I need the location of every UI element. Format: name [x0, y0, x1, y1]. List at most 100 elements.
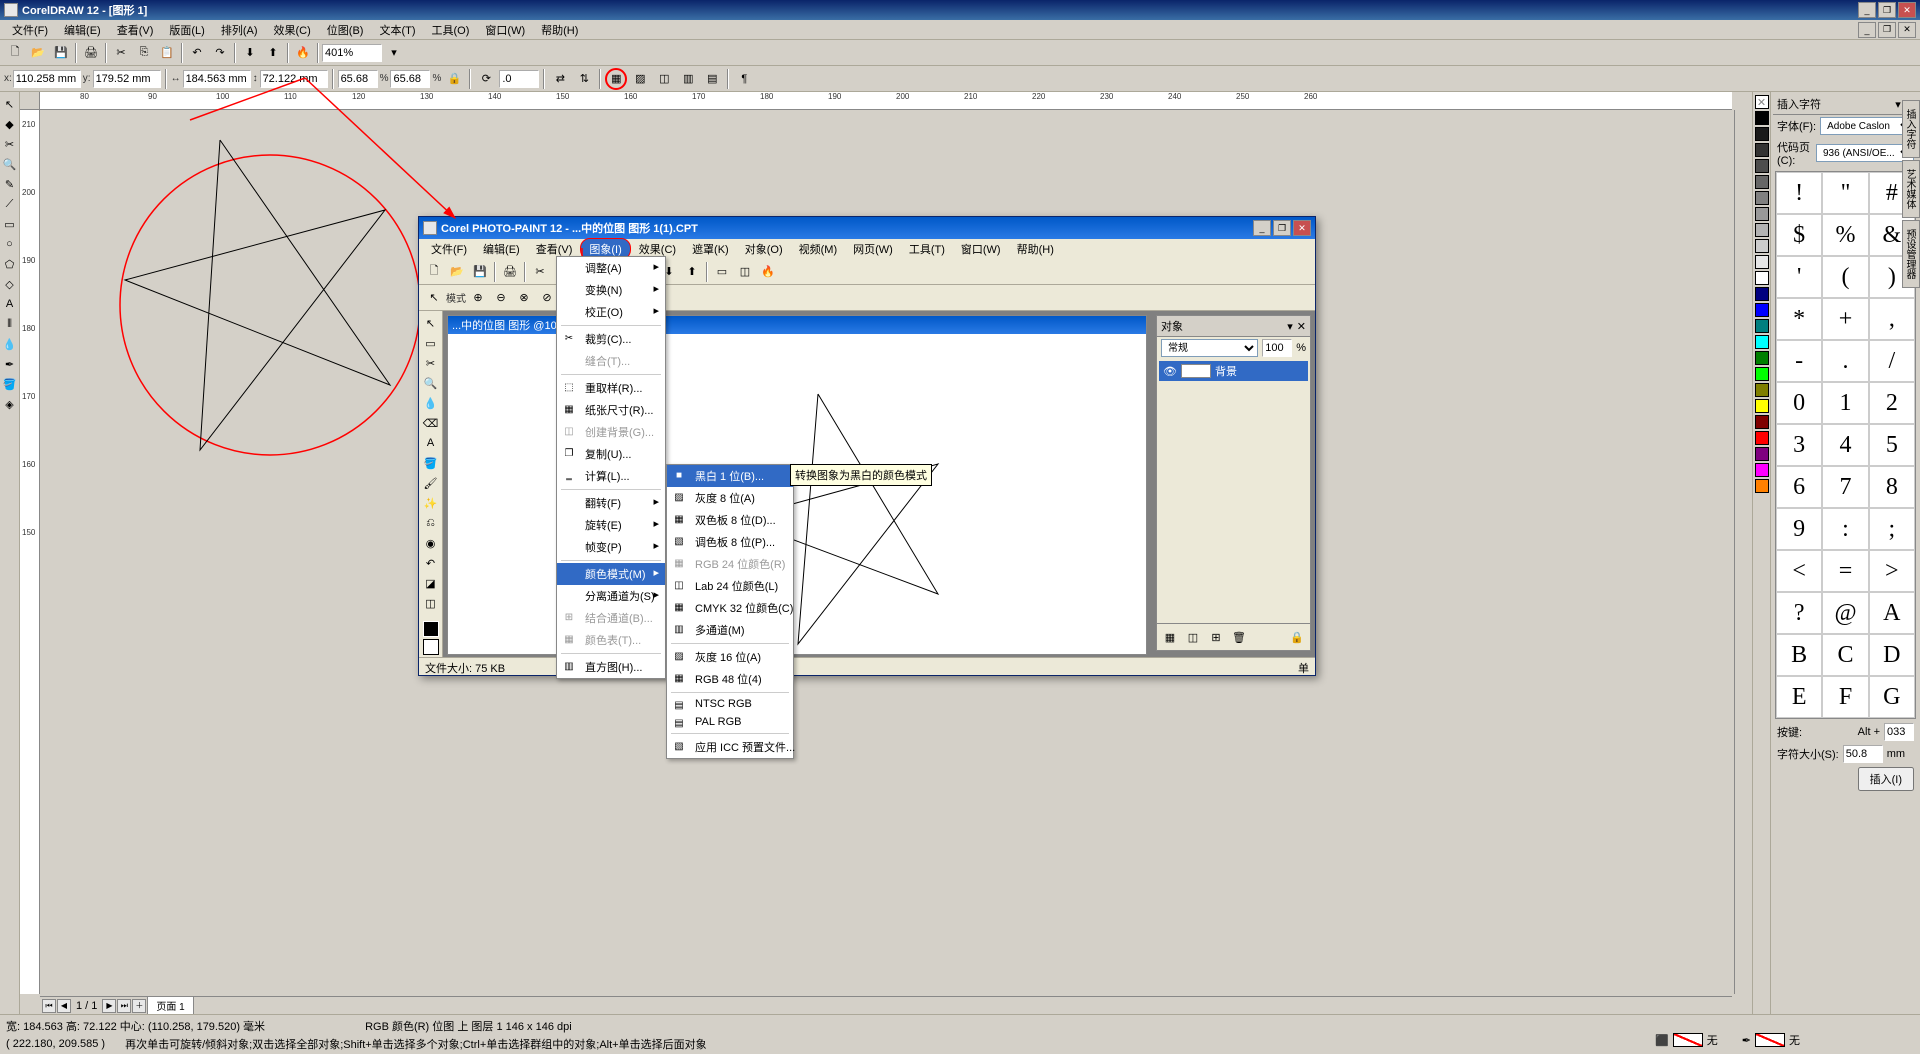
pp-combine-icon[interactable]: ⊞ [1205, 626, 1227, 648]
char-cell[interactable]: . [1822, 340, 1868, 382]
color-swatch[interactable] [1755, 383, 1769, 397]
pp-menu-help[interactable]: 帮助(H) [1009, 239, 1062, 259]
color-swatch[interactable] [1755, 111, 1769, 125]
char-cell[interactable]: ? [1776, 592, 1822, 634]
pp-export-icon[interactable]: ⬆ [681, 261, 703, 283]
last-page-button[interactable]: ⏭ [117, 999, 131, 1013]
maximize-button[interactable]: ❐ [1878, 2, 1896, 18]
no-color-swatch[interactable]: ✕ [1755, 95, 1769, 109]
colormode-item-M[interactable]: 多通道(M)▥ [667, 619, 793, 641]
char-cell[interactable]: A [1869, 592, 1915, 634]
horizontal-ruler[interactable]: 80 90 100 110 120 130 140 150 160 170 18… [40, 92, 1732, 110]
color-swatch[interactable] [1755, 415, 1769, 429]
zoom-dropdown-icon[interactable]: ▾ [383, 42, 405, 64]
color-swatch[interactable] [1755, 303, 1769, 317]
color-swatch[interactable] [1755, 239, 1769, 253]
char-cell[interactable]: E [1776, 676, 1822, 718]
eyedropper-icon[interactable]: 💧 [1, 335, 19, 353]
doc-close-button[interactable]: ✕ [1898, 22, 1916, 38]
menu-item-H[interactable]: 直方图(H)...▥ [557, 656, 665, 678]
pp-image-sprayer-icon[interactable]: ◉ [422, 534, 440, 552]
pp-close-button[interactable]: ✕ [1293, 220, 1311, 236]
pp-new-object-icon[interactable]: ▦ [1159, 626, 1181, 648]
colormode-item-PALRGB[interactable]: PAL RGB▤ [667, 713, 793, 731]
pp-background-color[interactable] [423, 639, 439, 655]
color-swatch[interactable] [1755, 399, 1769, 413]
pp-docker-menu-icon[interactable]: ▾ [1287, 320, 1293, 333]
pp-layer-background[interactable]: 👁 背景 [1159, 361, 1308, 381]
menu-item-A[interactable]: 调整(A) [557, 257, 665, 279]
char-cell[interactable]: 3 [1776, 424, 1822, 466]
colormode-item-8P[interactable]: 调色板 8 位(P)...▧ [667, 531, 793, 553]
menu-item-U[interactable]: 复制(U)...❐ [557, 443, 665, 465]
char-cell[interactable]: < [1776, 550, 1822, 592]
codepage-select[interactable]: 936 (ANSI/OE... [1816, 144, 1914, 162]
char-cell[interactable]: @ [1822, 592, 1868, 634]
trace-bitmap-icon[interactable]: ▨ [629, 68, 651, 90]
rectangle-tool-icon[interactable]: ▭ [1, 215, 19, 233]
vertical-scrollbar[interactable] [1734, 110, 1752, 994]
pp-menu-web[interactable]: 网页(W) [845, 239, 901, 259]
add-page-button[interactable]: ＋ [132, 999, 146, 1013]
menu-help[interactable]: 帮助(H) [533, 20, 586, 40]
pp-shadow-icon[interactable]: ◪ [422, 574, 440, 592]
edit-bitmap-icon[interactable]: ▦ [605, 68, 627, 90]
wrap-text-icon[interactable]: ¶ [733, 68, 755, 90]
lock-ratio-icon[interactable]: 🔒 [443, 68, 465, 90]
char-cell[interactable]: ' [1776, 256, 1822, 298]
menu-text[interactable]: 文本(T) [371, 20, 423, 40]
menu-item-N[interactable]: 变换(N) [557, 279, 665, 301]
pp-menu-object[interactable]: 对象(O) [737, 239, 791, 259]
char-cell[interactable]: B [1776, 634, 1822, 676]
char-cell[interactable]: = [1822, 550, 1868, 592]
colormode-item-Lab24L[interactable]: Lab 24 位颜色(L)◫ [667, 575, 793, 597]
doc-restore-button[interactable]: ❐ [1878, 22, 1896, 38]
char-cell[interactable]: 0 [1776, 382, 1822, 424]
pp-blend-mode-select[interactable]: 常规 [1161, 339, 1258, 357]
colormode-item-8A[interactable]: 灰度 8 位(A)▨ [667, 487, 793, 509]
docker-tab-art-media[interactable]: 艺术媒体 [1902, 160, 1920, 218]
polygon-tool-icon[interactable]: ⬠ [1, 255, 19, 273]
char-cell[interactable]: G [1869, 676, 1915, 718]
pp-mode-sub-icon[interactable]: ⊗ [513, 287, 535, 309]
colormode-item-ICC[interactable]: 应用 ICC 预置文件...▧ [667, 736, 793, 758]
pp-foreground-color[interactable] [423, 621, 439, 637]
photopaint-titlebar[interactable]: Corel PHOTO-PAINT 12 - ...中的位图 图形 1(1).C… [419, 217, 1315, 239]
docker-menu-icon[interactable]: ▾ [1895, 98, 1901, 111]
rotate-icon[interactable]: ⟳ [475, 68, 497, 90]
close-button[interactable]: ✕ [1898, 2, 1916, 18]
char-cell[interactable]: > [1869, 550, 1915, 592]
ruler-corner[interactable] [20, 92, 40, 110]
menu-item-O[interactable]: 校正(O) [557, 301, 665, 323]
pp-save-icon[interactable]: 💾 [469, 261, 491, 283]
vertical-ruler[interactable]: 210 200 190 180 170 160 150 [20, 110, 40, 994]
save-icon[interactable]: 💾 [50, 42, 72, 64]
import-icon[interactable]: ⬇ [239, 42, 261, 64]
pp-mode-normal-icon[interactable]: ⊕ [467, 287, 489, 309]
color-swatch[interactable] [1755, 127, 1769, 141]
star-drawing[interactable] [120, 140, 420, 455]
bitmap-mode-icon[interactable]: ▤ [701, 68, 723, 90]
char-cell[interactable]: * [1776, 298, 1822, 340]
color-swatch[interactable] [1755, 191, 1769, 205]
pp-menu-mask[interactable]: 遮罩(K) [684, 239, 737, 259]
char-cell[interactable]: 7 [1822, 466, 1868, 508]
pp-fill-tool-icon[interactable]: 🪣 [422, 454, 440, 472]
char-cell[interactable]: 9 [1776, 508, 1822, 550]
menu-item-C[interactable]: 裁剪(C)...✂ [557, 328, 665, 350]
menu-tools[interactable]: 工具(O) [424, 20, 478, 40]
pp-pick-tool-icon[interactable]: ↖ [422, 314, 440, 332]
pp-print-icon[interactable]: 🖨 [499, 261, 521, 283]
char-cell[interactable]: , [1869, 298, 1915, 340]
fill-tool-icon[interactable]: 🪣 [1, 375, 19, 393]
pp-docker-close-icon[interactable]: ✕ [1297, 320, 1306, 333]
menu-view[interactable]: 查看(V) [109, 20, 162, 40]
x-input[interactable] [13, 70, 81, 88]
alt-code-input[interactable] [1884, 723, 1914, 741]
menu-bitmaps[interactable]: 位图(B) [319, 20, 372, 40]
pp-lock-icon[interactable]: 🔒 [1286, 626, 1308, 648]
colormode-item-CMYK32C[interactable]: CMYK 32 位颜色(C)▦ [667, 597, 793, 619]
text-tool-icon[interactable]: A [1, 295, 19, 313]
interactive-blend-icon[interactable]: ⫴ [1, 315, 19, 333]
pp-menu-edit[interactable]: 编辑(E) [475, 239, 528, 259]
